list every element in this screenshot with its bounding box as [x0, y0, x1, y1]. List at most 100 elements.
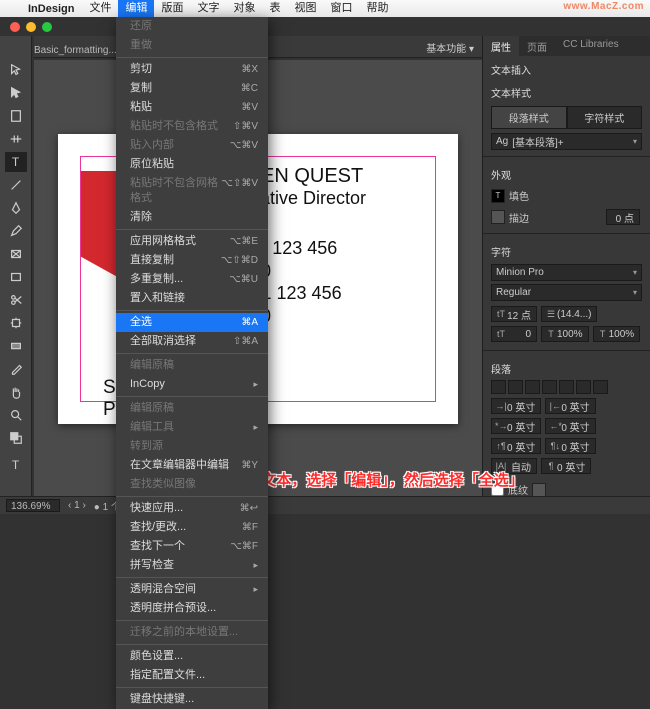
menu-item[interactable]: 原位粘贴 [116, 155, 268, 174]
hscale-input[interactable]: T100% [593, 326, 641, 342]
stroke-weight-input[interactable]: 0 点 [606, 209, 640, 225]
justify-center-button[interactable] [559, 380, 574, 394]
menu-help[interactable]: 帮助 [359, 0, 395, 17]
last-line-indent-input[interactable]: ←*0 英寸 [545, 418, 595, 434]
rectangle-tool-icon[interactable] [5, 267, 27, 287]
fill-stroke-icon[interactable] [5, 428, 27, 448]
panel-tabs: 属性 页面 CC Libraries [483, 36, 650, 56]
menu-file[interactable]: 文件 [82, 0, 118, 17]
rectangle-frame-tool-icon[interactable] [5, 244, 27, 264]
font-family-select[interactable]: Minion Pro [491, 264, 642, 281]
menu-item[interactable]: InCopy [116, 375, 268, 394]
menu-item[interactable]: 透明混合空间 [116, 580, 268, 599]
section-appearance: 外观 [483, 161, 650, 184]
menu-item[interactable]: 在文章编辑器中编辑⌘Y [116, 456, 268, 475]
free-transform-tool-icon[interactable] [5, 313, 27, 333]
menu-item: 转到源 [116, 437, 268, 456]
menu-item[interactable]: 多重复制...⌥⌘U [116, 270, 268, 289]
gradient-tool-icon[interactable] [5, 336, 27, 356]
menu-item[interactable]: 颜色设置... [116, 647, 268, 666]
pen-tool-icon[interactable] [5, 198, 27, 218]
workspace-switcher[interactable]: 基本功能 ▾ [426, 40, 474, 55]
type-tool-icon[interactable]: T [5, 152, 27, 172]
direct-selection-tool-icon[interactable] [5, 83, 27, 103]
align-right-button[interactable] [525, 380, 540, 394]
menu-object[interactable]: 对象 [226, 0, 262, 17]
space-after-input[interactable]: ¶↓0 英寸 [545, 438, 595, 454]
format-text-icon[interactable]: T [5, 455, 27, 475]
leading-input[interactable]: ☰(14.4...) [541, 306, 597, 322]
zoom-window[interactable] [42, 22, 52, 32]
menu-item[interactable]: 复制⌘C [116, 79, 268, 98]
fill-swatch[interactable]: T [491, 189, 505, 203]
selection-tool-icon[interactable] [5, 60, 27, 80]
justify-all-button[interactable] [593, 380, 608, 394]
section-paragraph: 段落 [483, 355, 650, 378]
hand-tool-icon[interactable] [5, 382, 27, 402]
gap-tool-icon[interactable] [5, 129, 27, 149]
style-segment: 段落样式 字符样式 [491, 106, 642, 129]
menu-item[interactable]: 清除 [116, 208, 268, 227]
menu-item[interactable]: 全选⌘A [116, 313, 268, 332]
tab-properties[interactable]: 属性 [483, 36, 519, 56]
eyedropper-tool-icon[interactable] [5, 359, 27, 379]
tracking-input[interactable]: tT0 [491, 326, 537, 342]
paragraph-style-select[interactable]: Ag [基本段落]+ [491, 133, 642, 150]
indent-right-input[interactable]: |←0 英寸 [545, 398, 595, 414]
menu-layout[interactable]: 版面 [154, 0, 190, 17]
shading-swatch[interactable] [532, 483, 546, 497]
menu-item[interactable]: 键盘快捷键... [116, 690, 268, 709]
pencil-tool-icon[interactable] [5, 221, 27, 241]
app-name[interactable]: InDesign [20, 3, 82, 15]
space-between-input[interactable]: ¶0 英寸 [541, 458, 591, 474]
menu-item[interactable]: 直接复制⌥⇧⌘D [116, 251, 268, 270]
close-window[interactable] [10, 22, 20, 32]
menu-item: 编辑原稿 [116, 356, 268, 375]
justify-left-button[interactable] [542, 380, 557, 394]
line-tool-icon[interactable] [5, 175, 27, 195]
window-controls [10, 22, 52, 32]
seg-character-style[interactable]: 字符样式 [567, 106, 643, 129]
menu-item[interactable]: 应用网格格式⌥⌘E [116, 232, 268, 251]
justify-right-button[interactable] [576, 380, 591, 394]
page-tool-icon[interactable] [5, 106, 27, 126]
font-size-input[interactable]: tT12 点 [491, 306, 537, 322]
menu-item[interactable]: 查找下一个⌥⌘F [116, 537, 268, 556]
menu-item[interactable]: 剪切⌘X [116, 60, 268, 79]
menu-item[interactable]: 置入和链接 [116, 289, 268, 308]
first-line-indent-input[interactable]: *→0 英寸 [491, 418, 541, 434]
menu-item[interactable]: 拼写检查 [116, 556, 268, 575]
section-text-insert: 文本插入 [483, 56, 650, 79]
space-before-input[interactable]: ↑¶0 英寸 [491, 438, 541, 454]
scissors-tool-icon[interactable] [5, 290, 27, 310]
indent-left-input[interactable]: →|0 英寸 [491, 398, 541, 414]
align-center-button[interactable] [508, 380, 523, 394]
menu-view[interactable]: 视图 [287, 0, 323, 17]
menu-edit[interactable]: 编辑 [118, 0, 154, 17]
align-buttons [483, 378, 650, 396]
seg-paragraph-style[interactable]: 段落样式 [491, 106, 567, 129]
menubar: InDesign 文件 编辑 版面 文字 对象 表 视图 窗口 帮助 [0, 0, 650, 17]
stroke-swatch[interactable] [491, 210, 505, 224]
menu-item[interactable]: 指定配置文件... [116, 666, 268, 685]
minimize-window[interactable] [26, 22, 36, 32]
menu-table[interactable]: 表 [262, 0, 287, 17]
align-left-button[interactable] [491, 380, 506, 394]
font-weight-select[interactable]: Regular [491, 284, 642, 301]
tab-cc-libraries[interactable]: CC Libraries [555, 36, 627, 56]
document-tab-label: Basic_formatting... [34, 45, 117, 56]
menu-item[interactable]: 查找/更改...⌘F [116, 518, 268, 537]
menu-item[interactable]: 全部取消选择⇧⌘A [116, 332, 268, 351]
zoom-level[interactable]: 136.69% [6, 499, 60, 512]
menu-item[interactable]: 透明度拼合预设... [116, 599, 268, 618]
vscale-input[interactable]: T100% [541, 326, 589, 342]
properties-panel: 属性 页面 CC Libraries 文本插入 文本样式 段落样式 字符样式 A… [482, 36, 650, 496]
menu-item[interactable]: 粘贴⌘V [116, 98, 268, 117]
document-tab[interactable]: Basic_formatting... × [34, 40, 129, 60]
tab-pages[interactable]: 页面 [519, 36, 555, 56]
zoom-tool-icon[interactable] [5, 405, 27, 425]
menu-window[interactable]: 窗口 [323, 0, 359, 17]
page-nav[interactable]: ‹ 1 › [68, 500, 86, 511]
menu-item[interactable]: 快速应用...⌘↩ [116, 499, 268, 518]
menu-type[interactable]: 文字 [190, 0, 226, 17]
